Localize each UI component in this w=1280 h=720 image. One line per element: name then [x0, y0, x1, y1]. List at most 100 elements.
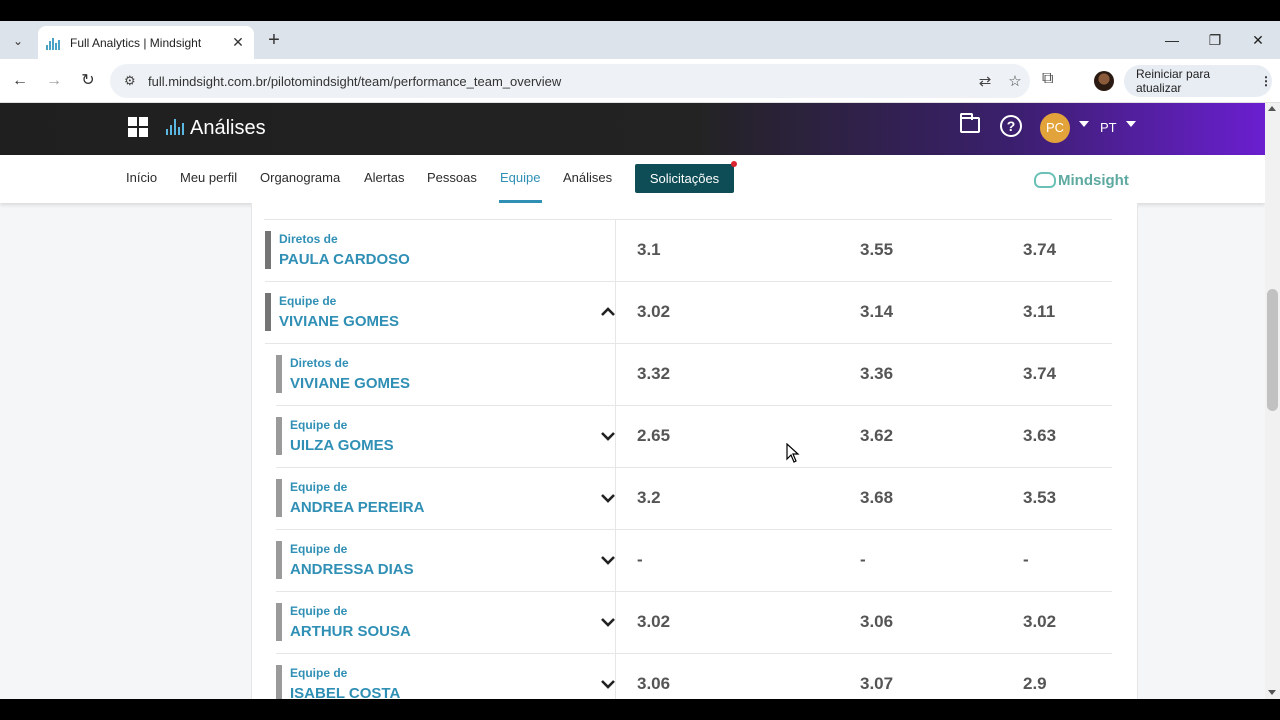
- table-row: Diretos de VIVIANE GOMES 3.32 3.36 3.74: [276, 344, 1112, 406]
- row-level-bar: [276, 541, 282, 579]
- chevron-down-icon[interactable]: [600, 428, 616, 444]
- extensions-puzzle-icon[interactable]: ⧉: [1042, 70, 1053, 88]
- nav-alertas[interactable]: Alertas: [364, 170, 404, 185]
- score-cell: 3.07: [860, 674, 894, 693]
- row-level-bar: [265, 231, 271, 269]
- solicitacoes-button[interactable]: Solicitações: [635, 164, 734, 193]
- row-person-name[interactable]: ANDREA PEREIRA: [290, 499, 424, 516]
- browser-tab[interactable]: Full Analytics | Mindsight ✕: [38, 26, 254, 59]
- row-group-type: Equipe de: [290, 666, 348, 680]
- scroll-down-icon[interactable]: [1268, 690, 1276, 695]
- browser-profile-avatar[interactable]: [1094, 71, 1114, 91]
- column-divider: [615, 282, 616, 344]
- forward-arrow-icon[interactable]: →: [42, 69, 66, 93]
- row-level-bar: [276, 603, 282, 641]
- row-person-name[interactable]: PAULA CARDOSO: [279, 251, 410, 268]
- score-cell: -: [860, 550, 866, 569]
- apps-grid-icon[interactable]: [128, 117, 148, 137]
- score-cell: 3.63: [1023, 426, 1057, 445]
- table-row[interactable]: Equipe de VIVIANE GOMES 3.02 3.14 3.11: [265, 282, 1112, 344]
- address-toolbar: ← → ↻ ⚙ full.mindsight.com.br/pilotomind…: [0, 59, 1280, 103]
- nav-inicio[interactable]: Início: [126, 170, 157, 185]
- row-group-type: Equipe de: [290, 418, 348, 432]
- table-row[interactable]: Equipe de ANDRESSA DIAS - - -: [276, 530, 1112, 592]
- minimize-icon[interactable]: —: [1160, 29, 1184, 51]
- row-level-bar: [276, 479, 282, 517]
- address-bar[interactable]: ⚙ full.mindsight.com.br/pilotomindsight/…: [110, 64, 1030, 98]
- user-menu-caret-icon[interactable]: [1079, 121, 1089, 127]
- scroll-up-icon[interactable]: [1268, 106, 1276, 111]
- page-scrollbar[interactable]: [1265, 103, 1280, 699]
- mouse-cursor-icon: [786, 443, 800, 463]
- nav-meu-perfil[interactable]: Meu perfil: [180, 170, 237, 185]
- back-arrow-icon[interactable]: ←: [8, 69, 32, 93]
- chevron-down-icon[interactable]: [600, 552, 616, 568]
- folder-icon[interactable]: [960, 113, 980, 133]
- score-cell: 3.53: [1023, 488, 1057, 507]
- nav-pessoas[interactable]: Pessoas: [427, 170, 477, 185]
- row-group-type: Equipe de: [279, 294, 337, 308]
- chevron-up-icon[interactable]: [600, 304, 616, 320]
- score-cell: 3.74: [1023, 364, 1057, 383]
- brand-name: Mindsight: [1058, 171, 1129, 189]
- column-divider: [615, 468, 616, 530]
- restore-icon[interactable]: ❐: [1203, 29, 1227, 51]
- brain-logo-icon: [1034, 172, 1056, 188]
- notification-dot: [731, 161, 737, 167]
- row-person-name[interactable]: ARTHUR SOUSA: [290, 623, 411, 640]
- analytics-bars-icon: [166, 119, 184, 135]
- app-title: Análises: [190, 117, 266, 139]
- score-cell: 3.11: [1023, 302, 1056, 321]
- score-cell: -: [637, 550, 643, 569]
- score-cell: 3.2: [637, 488, 661, 507]
- app-header: Análises ? PC PT: [0, 103, 1265, 155]
- row-person-name[interactable]: UILZA GOMES: [290, 437, 394, 454]
- more-menu-icon[interactable]: ⋮: [1260, 74, 1272, 88]
- table-row[interactable]: Equipe de ISABEL COSTA 3.06 3.07 2.9: [276, 654, 1112, 699]
- chevron-down-icon[interactable]: [600, 490, 616, 506]
- nav-organograma[interactable]: Organograma: [260, 170, 340, 185]
- row-group-type: Diretos de: [290, 356, 349, 370]
- bookmark-star-icon[interactable]: ☆: [1000, 72, 1030, 90]
- table-row[interactable]: Equipe de ARTHUR SOUSA 3.02 3.06 3.02: [276, 592, 1112, 654]
- table-row[interactable]: Equipe de UILZA GOMES 2.65 3.62 3.63: [276, 406, 1112, 468]
- row-person-name[interactable]: ISABEL COSTA: [290, 685, 400, 699]
- nav-analises[interactable]: Análises: [563, 170, 612, 185]
- score-cell: 3.06: [637, 674, 671, 693]
- score-cell: 3.06: [860, 612, 894, 631]
- chevron-down-icon[interactable]: [600, 614, 616, 630]
- score-cell: 3.74: [1023, 240, 1057, 259]
- close-window-icon[interactable]: ✕: [1246, 29, 1270, 51]
- column-divider: [615, 530, 616, 592]
- tab-search-chevron-icon[interactable]: ⌄: [6, 29, 30, 53]
- restart-update-label: Reiniciar para atualizar: [1136, 67, 1211, 95]
- url-text[interactable]: full.mindsight.com.br/pilotomindsight/te…: [148, 74, 970, 89]
- user-avatar[interactable]: PC: [1040, 113, 1070, 143]
- score-cell: 3.02: [637, 302, 671, 321]
- restart-update-button[interactable]: Reiniciar para atualizar ⋮: [1124, 65, 1272, 97]
- language-selector[interactable]: PT: [1100, 120, 1117, 135]
- column-divider: [615, 592, 616, 654]
- chevron-down-icon[interactable]: [600, 676, 616, 692]
- nav-equipe[interactable]: Equipe: [500, 170, 540, 185]
- help-icon[interactable]: ?: [1000, 115, 1022, 137]
- row-level-bar: [276, 417, 282, 455]
- row-person-name[interactable]: VIVIANE GOMES: [290, 375, 410, 392]
- score-cell: 3.55: [860, 240, 894, 259]
- scroll-thumb[interactable]: [1267, 289, 1278, 411]
- row-group-type: Diretos de: [279, 232, 338, 246]
- score-cell: 3.32: [637, 364, 671, 383]
- table-row[interactable]: Equipe de ANDREA PEREIRA 3.2 3.68 3.53: [276, 468, 1112, 530]
- translate-icon[interactable]: ⇄: [970, 72, 1000, 90]
- close-tab-icon[interactable]: ✕: [230, 34, 246, 51]
- row-level-bar: [265, 293, 271, 331]
- row-person-name[interactable]: VIVIANE GOMES: [279, 313, 399, 330]
- language-caret-icon[interactable]: [1126, 121, 1136, 127]
- mindsight-logo: Mindsight: [1034, 169, 1129, 191]
- new-tab-button[interactable]: +: [262, 29, 286, 53]
- site-info-icon[interactable]: ⚙: [124, 73, 142, 89]
- row-person-name[interactable]: ANDRESSA DIAS: [290, 561, 414, 578]
- team-performance-table: Diretos de PAULA CARDOSO 3.1 3.55 3.74 Equipe…: [251, 203, 1138, 699]
- browser-window: ⌄ Full Analytics | Mindsight ✕ + — ❐ ✕ ←…: [0, 21, 1280, 699]
- reload-icon[interactable]: ↻: [76, 69, 100, 93]
